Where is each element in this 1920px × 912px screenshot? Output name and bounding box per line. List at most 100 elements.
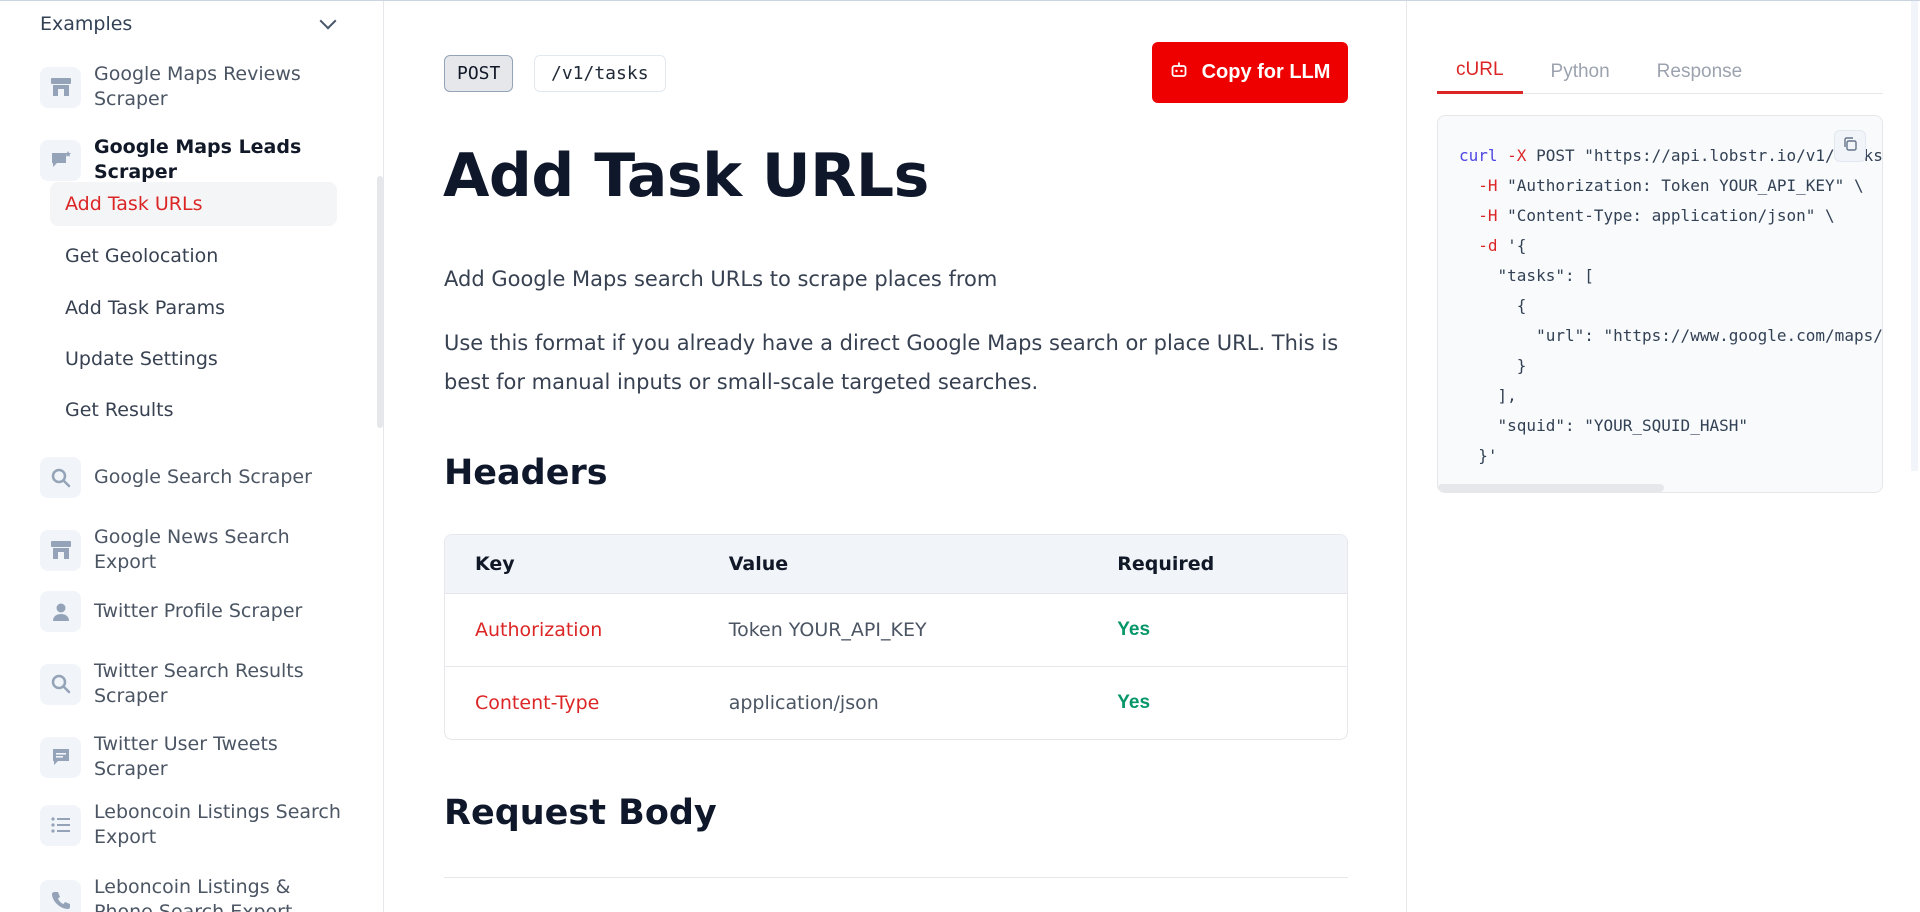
header-required: Yes bbox=[1117, 619, 1151, 640]
code-line: }' bbox=[1459, 441, 1882, 471]
code-content: '{ bbox=[1497, 236, 1527, 255]
sidebar-scrollbar[interactable] bbox=[377, 176, 383, 428]
code-line: -H "Authorization: Token YOUR_API_KEY" \ bbox=[1459, 171, 1882, 201]
column-header-required: Required bbox=[1117, 553, 1215, 575]
sidebar-item-label: Twitter Profile Scraper bbox=[94, 600, 303, 622]
code-flag: -d bbox=[1459, 236, 1498, 255]
sidebar-item-label: Google Maps Reviews Scraper bbox=[94, 63, 301, 110]
copy-code-button[interactable] bbox=[1834, 130, 1866, 162]
sidebar-item-label: Google News Search Export bbox=[94, 526, 290, 573]
http-method-badge: POST bbox=[444, 55, 514, 92]
code-line: -H "Content-Type: application/json" \ bbox=[1459, 201, 1882, 231]
header-key: Content-Type bbox=[475, 692, 600, 714]
code-horizontal-scrollbar[interactable] bbox=[1438, 484, 1664, 492]
sidebar-section-examples[interactable]: Examples bbox=[40, 11, 340, 37]
code-content: "Authorization: Token YOUR_API_KEY" \ bbox=[1497, 176, 1864, 195]
headers-table: Key Value Required Authorization Token Y… bbox=[444, 534, 1348, 740]
sidebar-subitem-update-settings[interactable]: Update Settings bbox=[50, 337, 337, 381]
phone-icon bbox=[40, 879, 81, 912]
code-flag: -H bbox=[1459, 176, 1498, 195]
sidebar-subitem-get-results[interactable]: Get Results bbox=[50, 388, 337, 432]
code-line: "url": "https://www.google.com/maps/ bbox=[1459, 321, 1883, 351]
chevron-down-icon bbox=[319, 12, 337, 30]
store-icon bbox=[40, 66, 81, 108]
sidebar-item-label: Twitter Search Results Scraper bbox=[94, 660, 304, 707]
code-content: } bbox=[1459, 356, 1527, 375]
sidebar-item-label: Twitter User Tweets Scraper bbox=[94, 733, 278, 780]
copy-for-llm-button[interactable]: Copy for LLM bbox=[1152, 42, 1348, 103]
copy-icon bbox=[1842, 136, 1858, 156]
headers-heading: Headers bbox=[444, 453, 608, 493]
sidebar-section-label: Examples bbox=[40, 13, 133, 35]
search-icon bbox=[40, 663, 81, 705]
page-title: Add Task URLs bbox=[443, 141, 929, 211]
tab-response[interactable]: Response bbox=[1638, 49, 1762, 94]
table-row: Content-Type application/json Yes bbox=[445, 666, 1347, 739]
column-header-value: Value bbox=[728, 553, 789, 575]
table-row: Authorization Token YOUR_API_KEY Yes bbox=[445, 593, 1347, 666]
column-header-key: Key bbox=[475, 553, 515, 575]
code-flag: -H bbox=[1459, 206, 1498, 225]
code-line: ], bbox=[1459, 381, 1882, 411]
sidebar-subitem-get-geolocation[interactable]: Get Geolocation bbox=[50, 234, 337, 278]
sidebar-item-google-search[interactable]: Google Search Scraper bbox=[40, 457, 360, 498]
code-content: "url": "https://www.google.com/maps/ bbox=[1459, 326, 1883, 345]
code-command: curl bbox=[1459, 146, 1508, 165]
code-line: } bbox=[1459, 351, 1882, 381]
tab-python[interactable]: Python bbox=[1532, 49, 1629, 94]
sidebar-item-google-maps-leads[interactable]: Google Maps Leads Scraper bbox=[40, 135, 360, 185]
list-icon bbox=[40, 804, 81, 846]
robot-icon bbox=[1170, 61, 1188, 85]
header-required: Yes bbox=[1117, 692, 1151, 713]
code-line: "tasks": [ bbox=[1459, 261, 1882, 291]
code-line: curl -X POST "https://api.lobstr.io/v1/t… bbox=[1459, 141, 1883, 171]
code-content: "Content-Type: application/json" \ bbox=[1497, 206, 1835, 225]
code-content: "tasks": [ bbox=[1459, 266, 1594, 285]
sidebar-item-label: Leboncoin Listings & Phone Search Export bbox=[94, 876, 293, 912]
user-icon bbox=[40, 591, 81, 632]
code-tabs: cURL Python Response bbox=[1437, 49, 1883, 94]
code-line: -d '{ bbox=[1459, 231, 1882, 261]
endpoint-path: /v1/tasks bbox=[534, 55, 666, 92]
chat-icon bbox=[40, 736, 81, 778]
sidebar-item-leboncoin-phone[interactable]: Leboncoin Listings & Phone Search Export bbox=[40, 875, 360, 912]
sidebar: Examples Google Maps Reviews Scraper Goo… bbox=[0, 1, 384, 912]
sidebar-item-google-news[interactable]: Google News Search Export bbox=[40, 525, 360, 575]
code-panel: cURL Python Response curl -X POST "https… bbox=[1406, 1, 1920, 912]
store-icon bbox=[40, 529, 81, 571]
code-line: "squid": "YOUR_SQUID_HASH" bbox=[1459, 411, 1882, 441]
chat-star-icon bbox=[40, 139, 81, 181]
code-content: }' bbox=[1459, 446, 1498, 465]
sidebar-item-label: Leboncoin Listings Search Export bbox=[94, 801, 341, 848]
search-icon bbox=[40, 457, 81, 498]
sidebar-item-label: Google Search Scraper bbox=[94, 466, 312, 488]
code-content: POST "https://api.lobstr.io/v1/tasks" bbox=[1526, 146, 1883, 165]
code-content: { bbox=[1459, 296, 1527, 315]
code-block: curl -X POST "https://api.lobstr.io/v1/t… bbox=[1437, 115, 1883, 493]
sidebar-item-leboncoin-listings[interactable]: Leboncoin Listings Search Export bbox=[40, 800, 360, 850]
tab-curl[interactable]: cURL bbox=[1437, 49, 1523, 94]
code-line: { bbox=[1459, 291, 1882, 321]
sidebar-item-twitter-profile[interactable]: Twitter Profile Scraper bbox=[40, 591, 360, 632]
sidebar-item-twitter-search[interactable]: Twitter Search Results Scraper bbox=[40, 659, 360, 709]
sidebar-item-label: Google Maps Leads Scraper bbox=[94, 136, 302, 183]
table-header-row: Key Value Required bbox=[445, 535, 1347, 593]
page-description: Use this format if you already have a di… bbox=[444, 331, 1339, 394]
sidebar-subitem-add-task-urls[interactable]: Add Task URLs bbox=[50, 182, 337, 226]
code-text: curl -X POST "https://api.lobstr.io/v1/t… bbox=[1459, 141, 1883, 471]
sidebar-item-google-maps-reviews[interactable]: Google Maps Reviews Scraper bbox=[40, 62, 360, 112]
request-body-heading: Request Body bbox=[444, 793, 717, 833]
code-flag: -X bbox=[1507, 146, 1527, 165]
header-value: Token YOUR_API_KEY bbox=[728, 619, 927, 641]
page-lead: Add Google Maps search URLs to scrape pl… bbox=[444, 267, 998, 291]
code-content: ], bbox=[1459, 386, 1517, 405]
sidebar-item-twitter-user-tweets[interactable]: Twitter User Tweets Scraper bbox=[40, 732, 360, 782]
section-divider bbox=[444, 877, 1348, 878]
page-vertical-scrollbar[interactable] bbox=[1911, 1, 1918, 471]
sidebar-subitem-add-task-params[interactable]: Add Task Params bbox=[50, 286, 337, 330]
header-value: application/json bbox=[728, 692, 879, 714]
header-key: Authorization bbox=[475, 619, 603, 641]
main-content: POST /v1/tasks Copy for LLM Add Task URL… bbox=[384, 1, 1406, 912]
copy-for-llm-label: Copy for LLM bbox=[1201, 61, 1331, 83]
code-content: "squid": "YOUR_SQUID_HASH" bbox=[1459, 416, 1748, 435]
